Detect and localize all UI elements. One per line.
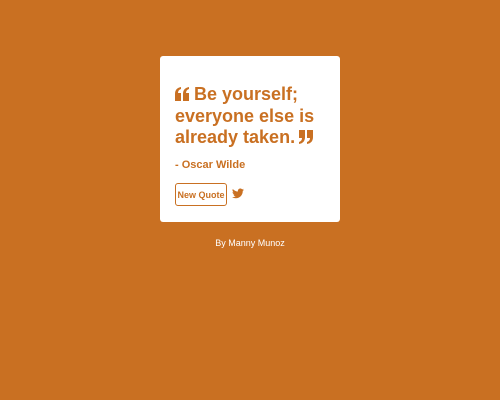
quote-block: Be yourself; everyone else is already ta… xyxy=(175,84,326,149)
quote-author: - Oscar Wilde xyxy=(175,159,246,171)
quote-controls: New Quote xyxy=(175,183,326,206)
footer-credit: By Manny Munoz xyxy=(215,238,285,248)
close-quote-icon xyxy=(299,128,314,149)
quote-card: Be yourself; everyone else is already ta… xyxy=(160,56,340,222)
twitter-icon[interactable] xyxy=(232,186,244,199)
new-quote-button[interactable]: New Quote xyxy=(175,183,227,206)
quote-text: Be yourself; everyone else is already ta… xyxy=(175,84,315,147)
open-quote-icon xyxy=(175,85,190,106)
